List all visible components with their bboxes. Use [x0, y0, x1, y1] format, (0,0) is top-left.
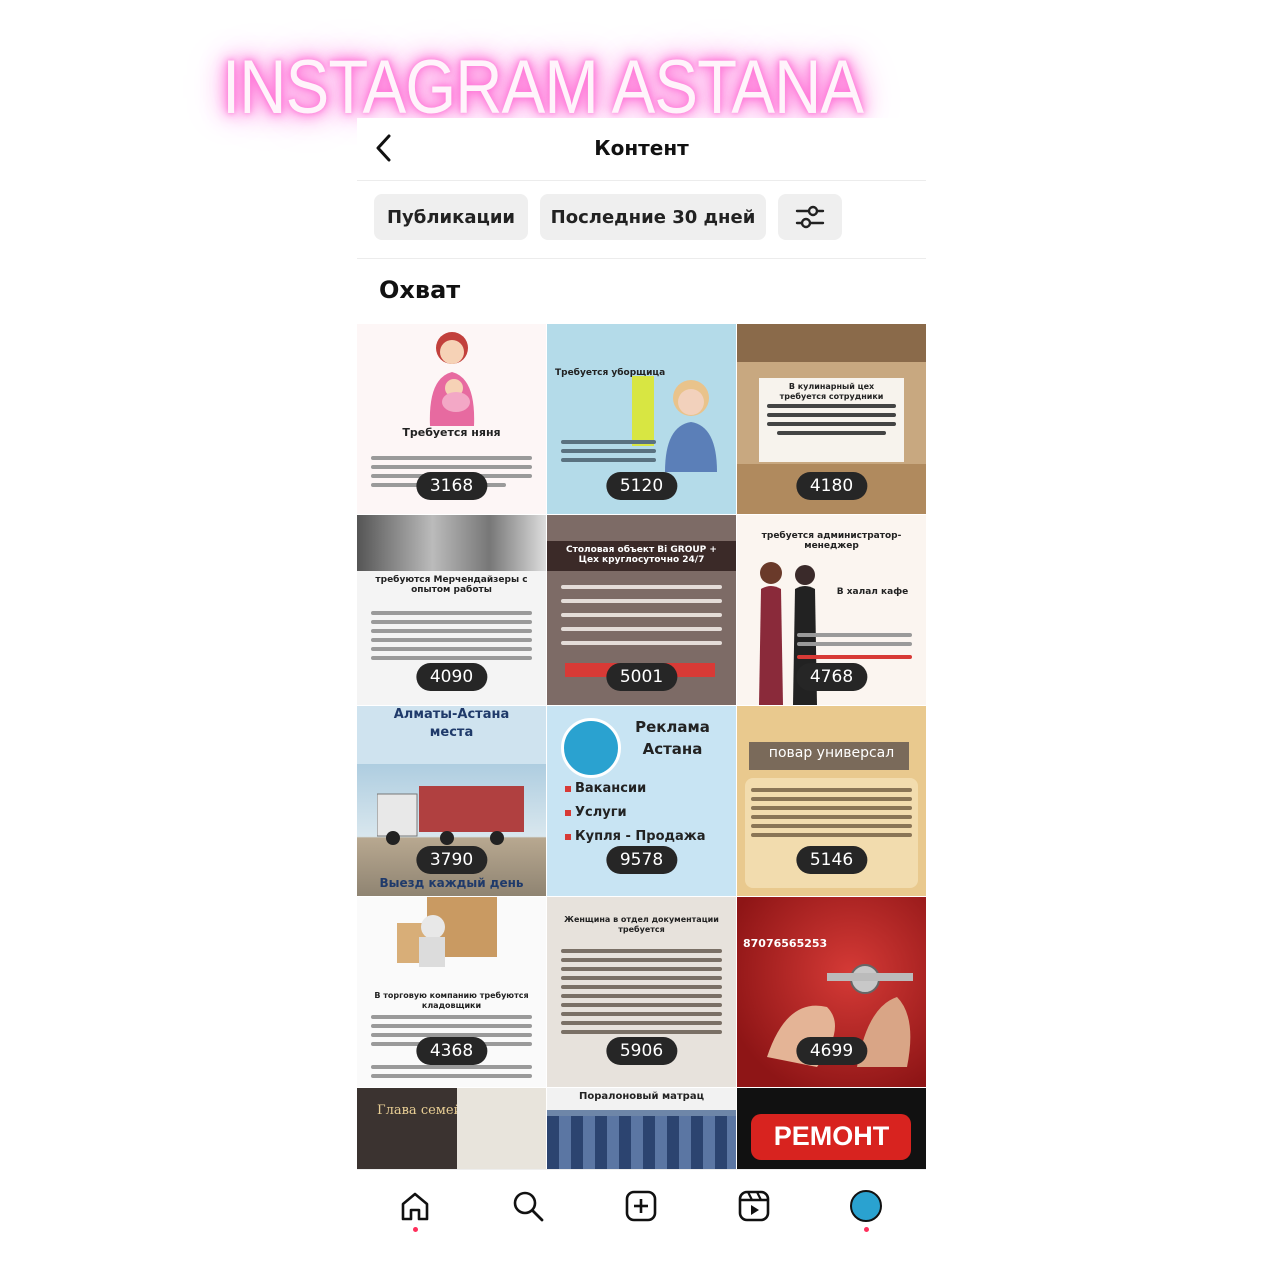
- reach-badge: 4180: [795, 472, 868, 500]
- post-tile[interactable]: Женщина в отдел документации требуется 5…: [547, 897, 736, 1087]
- post-tile[interactable]: Алматы-Астана места Выезд каждый день 37…: [357, 706, 546, 896]
- post-tile[interactable]: повар универсал 5146: [737, 706, 926, 896]
- tile-heading: В торговую компанию требуются кладовщики: [374, 991, 529, 1010]
- boxes-illustration: [397, 897, 497, 967]
- reels-icon: [738, 1190, 770, 1222]
- notification-dot: [413, 1227, 418, 1232]
- astana-logo-icon: [561, 718, 621, 778]
- tile-heading: Поралоновый матрац: [578, 1091, 704, 1102]
- reach-badge: 5906: [605, 1037, 678, 1065]
- tile-heading: РЕМОНТ: [773, 1121, 890, 1151]
- reach-badge: 4090: [415, 663, 488, 691]
- sliders-icon: [795, 205, 825, 229]
- post-tile[interactable]: В торговую компанию требуются кладовщики…: [357, 897, 546, 1087]
- post-tile[interactable]: Реклама Астана Вакансии Услуги Купля - П…: [547, 706, 736, 896]
- tile-item: Услуги: [575, 805, 627, 820]
- reach-badge: 4368: [415, 1037, 488, 1065]
- filter-bar: Публикации Последние 30 дней: [357, 180, 926, 259]
- pin-icon: [565, 786, 571, 792]
- post-tile[interactable]: Глава семейства: [357, 1088, 546, 1169]
- truck-photo: [377, 786, 524, 845]
- page-title: Контент: [594, 136, 689, 160]
- reach-badge: 5146: [795, 846, 868, 874]
- tile-heading: 87076565253: [743, 937, 828, 950]
- post-tile[interactable]: В кулинарный цех требуется сотрудники 41…: [737, 324, 926, 514]
- nav-search[interactable]: [508, 1186, 548, 1226]
- tile-heading: Столовая объект Bi GROUP + Цех круглосут…: [566, 545, 717, 565]
- avatar: [850, 1190, 882, 1222]
- post-tile[interactable]: Требуется уборщица 5120: [547, 324, 736, 514]
- nanny-illustration: [429, 332, 475, 426]
- search-icon: [513, 1191, 544, 1222]
- tile-item: Купля - Продажа: [575, 829, 706, 844]
- phone-screen: Контент Публикации Последние 30 дней Охв…: [357, 118, 926, 1243]
- post-tile[interactable]: РЕМОНТ: [737, 1088, 926, 1169]
- post-tile[interactable]: Поралоновый матрац: [547, 1088, 736, 1169]
- tile-heading: Реклама: [635, 718, 710, 736]
- tile-subheading: места: [429, 725, 474, 740]
- add-post-icon: [625, 1190, 657, 1222]
- reach-badge: 9578: [605, 846, 678, 874]
- post-tile[interactable]: требуется администратор-менеджер В халал…: [737, 515, 926, 705]
- top-bar: Контент: [357, 118, 926, 181]
- reach-badge: 3168: [415, 472, 488, 500]
- filter-settings-button[interactable]: [778, 194, 842, 240]
- publications-filter-button[interactable]: Публикации: [374, 194, 528, 240]
- period-filter-button[interactable]: Последние 30 дней: [540, 194, 766, 240]
- tile-heading: повар универсал: [768, 745, 895, 761]
- post-tile[interactable]: требуются Мерчендайзеры с опытом работы …: [357, 515, 546, 705]
- nav-create[interactable]: [621, 1186, 661, 1226]
- nav-profile[interactable]: [846, 1186, 886, 1232]
- pin-icon: [565, 834, 571, 840]
- bottom-navigation: [357, 1169, 926, 1243]
- pin-icon: [565, 810, 571, 816]
- section-title: Охват: [379, 276, 461, 304]
- reach-badge: 4768: [795, 663, 868, 691]
- post-tile[interactable]: Требуется няня 3168: [357, 324, 546, 514]
- content-grid: Требуется няня 3168 Требуется уборщица 5…: [357, 324, 926, 1169]
- tile-heading: требуются Мерчендайзеры с опытом работы: [375, 575, 528, 595]
- tile-heading: требуется администратор-менеджер: [761, 531, 902, 551]
- tile-heading: Алматы-Астана: [393, 707, 510, 722]
- tile-heading: Женщина в отдел документации требуется: [564, 915, 719, 934]
- reach-badge: 5001: [605, 663, 678, 691]
- reach-badge: 4699: [795, 1037, 868, 1065]
- tile-caption: Выезд каждый день: [379, 876, 524, 890]
- reach-badge: 3790: [415, 846, 488, 874]
- tile-heading: В кулинарный цех требуется сотрудники: [779, 382, 884, 401]
- post-tile[interactable]: Столовая объект Bi GROUP + Цех круглосут…: [547, 515, 736, 705]
- tile-item: Вакансии: [575, 781, 647, 796]
- notification-dot: [864, 1227, 869, 1232]
- reach-badge: 5120: [605, 472, 678, 500]
- tile-heading: Требуется няня: [402, 426, 501, 439]
- home-icon: [401, 1192, 429, 1221]
- tile-subheading: Астана: [642, 740, 703, 758]
- nav-reels[interactable]: [734, 1186, 774, 1226]
- nav-home[interactable]: [395, 1186, 435, 1232]
- cleaner-photo: [665, 380, 717, 472]
- post-tile[interactable]: 87076565253 4699: [737, 897, 926, 1087]
- tile-subheading: В халал кафе: [836, 587, 909, 597]
